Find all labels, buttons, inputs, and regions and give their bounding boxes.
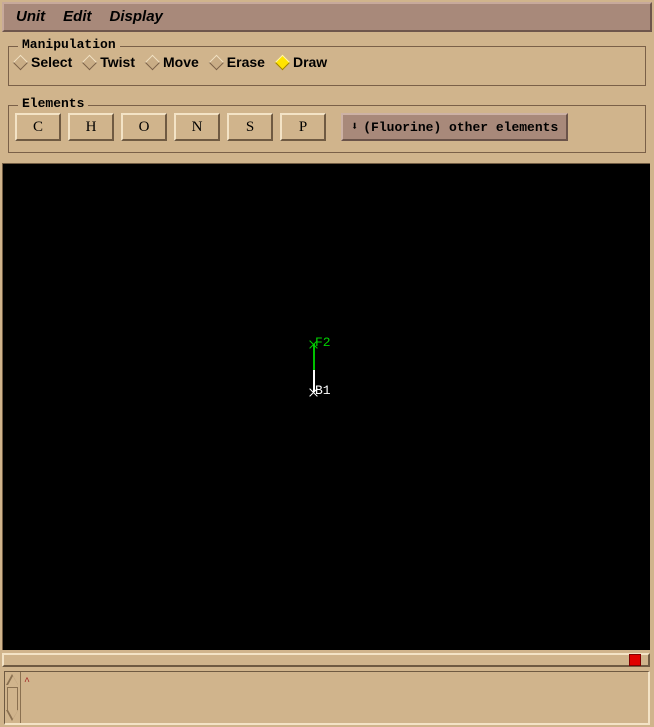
elements-button-row: C H O N S P ⬇ (Fluorine) other elements: [15, 113, 569, 141]
diamond-radio-icon: [81, 54, 98, 71]
radio-draw-label: Draw: [292, 54, 328, 70]
text-caret: ^: [24, 677, 31, 688]
element-button-n[interactable]: N: [174, 113, 220, 141]
element-button-c[interactable]: C: [15, 113, 61, 141]
element-button-p[interactable]: P: [280, 113, 326, 141]
radio-move[interactable]: Move: [144, 54, 199, 71]
manipulation-legend: Manipulation: [18, 38, 120, 52]
console-vertical-scrollbar[interactable]: [5, 672, 21, 723]
other-elements-label: (Fluorine) other elements: [363, 119, 559, 135]
chevron-down-icon: ⬇: [351, 119, 359, 134]
radio-twist[interactable]: Twist: [81, 54, 135, 71]
triangle-up-icon[interactable]: [6, 674, 19, 685]
other-elements-dropdown[interactable]: ⬇ (Fluorine) other elements: [341, 113, 569, 141]
atom-label-f2: F2: [315, 335, 331, 350]
application-window: Unit Edit Display Manipulation Select Tw…: [0, 0, 654, 727]
menu-item-display[interactable]: Display: [104, 7, 169, 27]
manipulation-group: Manipulation Select Twist Move Erase Dra…: [8, 38, 646, 86]
console-panel: ^: [4, 671, 650, 725]
scrollbar-thumb[interactable]: [7, 687, 18, 711]
diamond-radio-icon: [12, 54, 29, 71]
radio-move-label: Move: [163, 54, 199, 70]
menu-bar: Unit Edit Display: [2, 2, 652, 32]
diamond-radio-selected-icon: [274, 54, 291, 71]
radio-twist-label: Twist: [100, 54, 135, 70]
horizontal-slider-bar[interactable]: [2, 653, 650, 667]
manipulation-radio-group: Select Twist Move Erase Draw: [12, 54, 339, 71]
element-button-s[interactable]: S: [227, 113, 273, 141]
console-text-area[interactable]: ^: [21, 672, 648, 723]
triangle-down-icon[interactable]: [6, 710, 19, 721]
radio-draw[interactable]: Draw: [274, 54, 328, 71]
element-button-h[interactable]: H: [68, 113, 114, 141]
elements-group: Elements C H O N S P ⬇ (Fluorine) other …: [8, 97, 646, 153]
elements-legend: Elements: [18, 97, 89, 111]
element-button-o[interactable]: O: [121, 113, 167, 141]
molecule-canvas[interactable]: F2 B1: [2, 163, 650, 650]
radio-select[interactable]: Select: [12, 54, 73, 71]
menu-item-edit[interactable]: Edit: [57, 7, 97, 27]
radio-erase-label: Erase: [226, 54, 265, 70]
radio-erase[interactable]: Erase: [208, 54, 265, 71]
diamond-radio-icon: [144, 54, 161, 71]
diamond-radio-icon: [208, 54, 225, 71]
radio-select-label: Select: [31, 54, 73, 70]
atom-label-b1: B1: [315, 383, 331, 398]
slider-marker[interactable]: [629, 654, 641, 666]
menu-item-unit[interactable]: Unit: [10, 7, 51, 27]
